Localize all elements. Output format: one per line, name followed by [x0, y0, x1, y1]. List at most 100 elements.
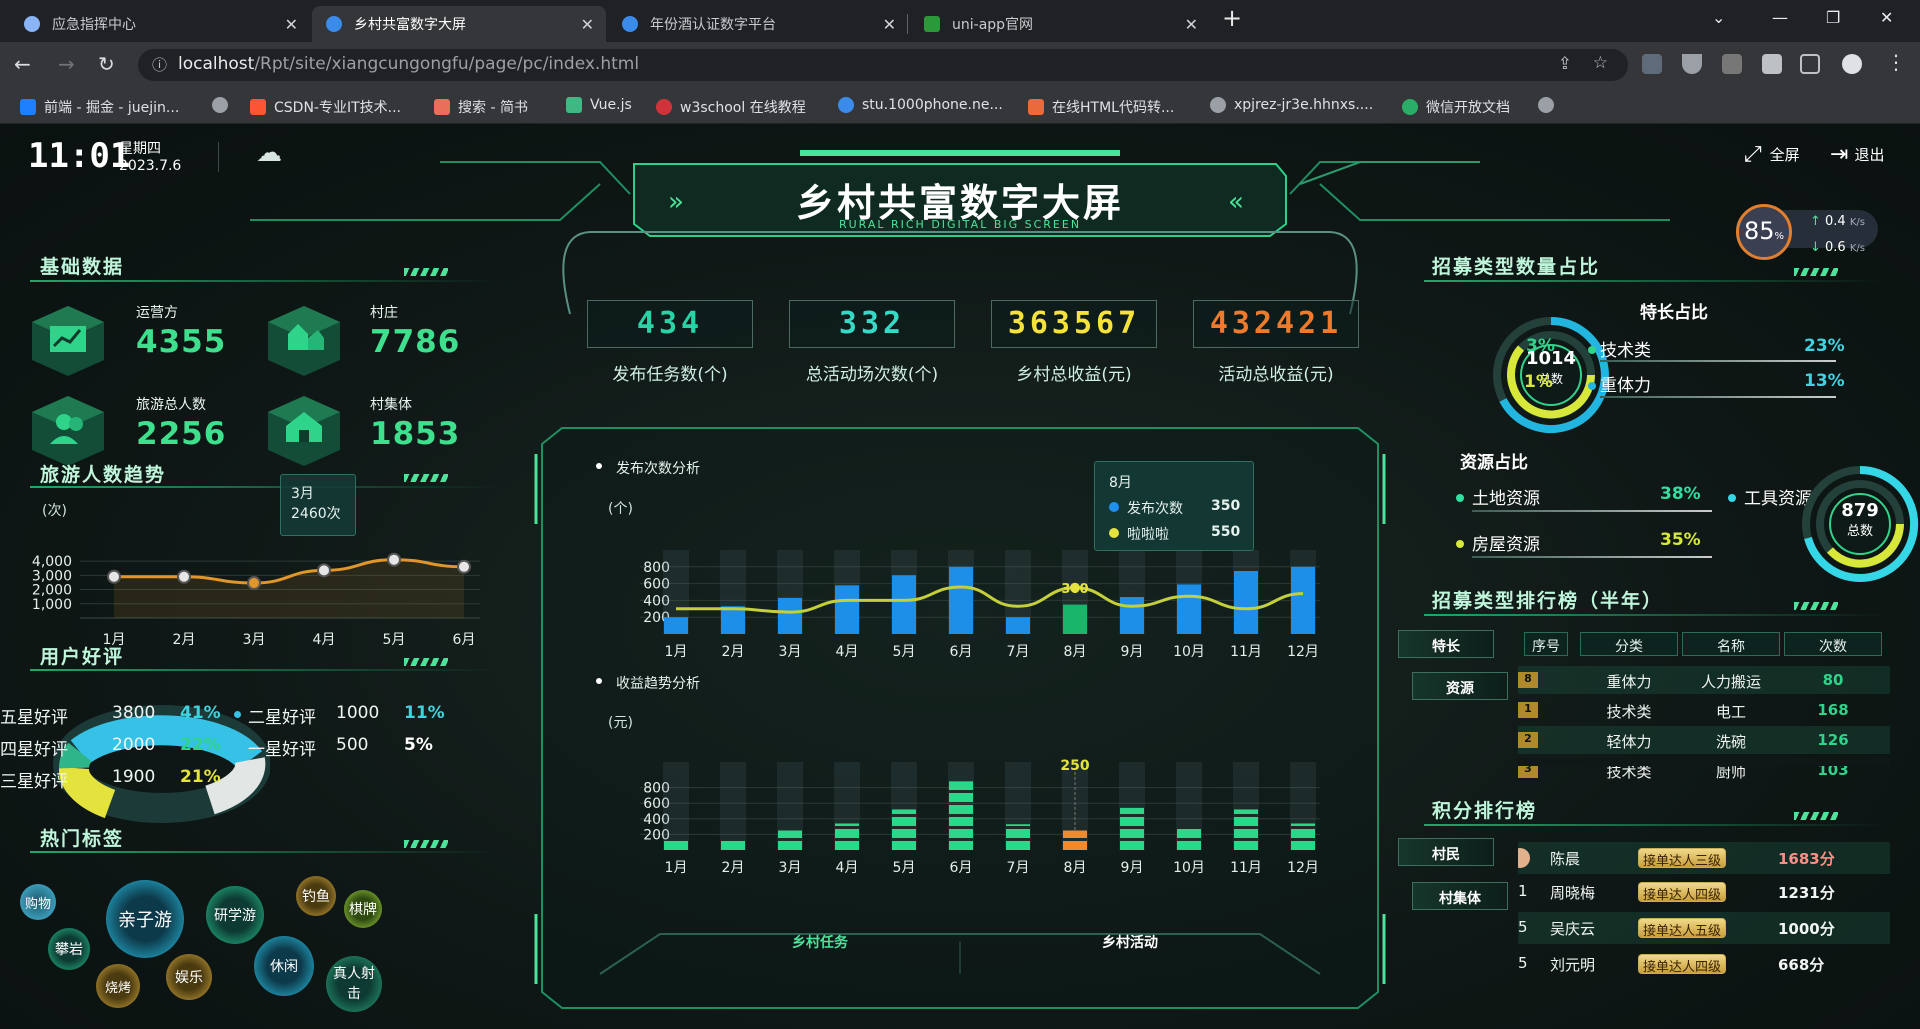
- close-icon[interactable]: ✕: [883, 15, 896, 34]
- stat-card-label: 发布任务数(个): [612, 365, 728, 385]
- new-tab-button[interactable]: +: [1222, 4, 1242, 32]
- extension-badge-icon[interactable]: [1722, 54, 1742, 74]
- url-bar[interactable]: ⓘ localhost/Rpt/site/xiangcungongfu/page/…: [138, 49, 1628, 81]
- tag-bubble[interactable]: 研学游: [206, 886, 264, 944]
- rank-row[interactable]: 8 重体力 人力搬运 80: [1518, 666, 1890, 694]
- score-button-collective[interactable]: 村集体: [1412, 882, 1508, 910]
- bar-segment: [835, 841, 859, 850]
- bookmark-wechat-docs[interactable]: 微信开放文档: [1402, 97, 1510, 117]
- bar-segment: [949, 793, 973, 802]
- back-icon[interactable]: ←: [14, 52, 31, 76]
- line-area: [114, 559, 464, 618]
- tag-bubble[interactable]: 真人射击: [326, 956, 382, 1012]
- bar-background: [720, 762, 746, 850]
- browser-tab-bar: 应急指挥中心 ✕ 乡村共富数字大屏 ✕ 年份酒认证数字平台 ✕ uni-app官网 ✕ …: [0, 0, 1920, 42]
- rank-row[interactable]: 2 轻体力 洗碗 126: [1518, 726, 1890, 754]
- memory-gauge[interactable]: 85%: [1736, 204, 1792, 260]
- forward-icon[interactable]: →: [58, 52, 75, 76]
- review-donut-chart[interactable]: [50, 704, 270, 824]
- extensions-puzzle-icon[interactable]: [1762, 54, 1782, 74]
- resource-total: 879: [1841, 500, 1879, 521]
- tag-bubble[interactable]: 攀岩: [48, 928, 90, 970]
- bookmark-html-convert[interactable]: 在线HTML代码转...: [1028, 97, 1174, 117]
- bookmark-csdn[interactable]: CSDN-专业IT技术...: [250, 97, 401, 117]
- tab-uniapp[interactable]: uni-app官网 ✕: [910, 6, 1210, 42]
- bar: [892, 575, 916, 634]
- fullscreen-button[interactable]: ⤢ 全屏: [1744, 142, 1800, 167]
- bar-segment: [835, 823, 859, 826]
- bookmark-w3school[interactable]: w3school 在线教程: [656, 97, 806, 117]
- tag-bubble[interactable]: 购物: [20, 884, 56, 920]
- score-row[interactable]: 1 周晓梅 接单达人四级 1231分: [1518, 876, 1890, 908]
- review-name: 二星好评: [248, 708, 316, 728]
- line-series: [675, 585, 1304, 614]
- tag-bubble[interactable]: 烧烤: [96, 964, 140, 1008]
- rank-button-resource[interactable]: 资源: [1412, 672, 1508, 700]
- extension-v-icon[interactable]: [1682, 54, 1702, 74]
- minimize-icon[interactable]: —: [1772, 8, 1788, 27]
- score-row[interactable]: 陈晨 接单达人三级 1683分: [1518, 842, 1890, 874]
- rank-header: 分类: [1580, 632, 1678, 656]
- date: 2023.7.6: [119, 158, 182, 174]
- review-name: 四星好评: [0, 740, 68, 760]
- score-button-villager[interactable]: 村民: [1398, 838, 1494, 866]
- tag-bubble[interactable]: 棋牌: [344, 890, 382, 928]
- section-title-basic: 基础数据: [40, 256, 125, 278]
- x-tick-label: 3月: [779, 860, 802, 876]
- tourism-line-chart[interactable]: 1,0002,0003,0004,0001月 2月 3月 4月 5月 6月: [20, 514, 490, 654]
- tag-bubble[interactable]: 娱乐: [166, 954, 212, 1000]
- rank-header: 次数: [1784, 632, 1882, 656]
- tag-bubble[interactable]: 钓鱼: [296, 876, 336, 916]
- bar: [778, 597, 802, 634]
- x-tick-label: 9月: [1121, 860, 1144, 876]
- bookmark-xpjrez[interactable]: xpjrez-jr3e.hhnxs....: [1210, 97, 1373, 113]
- close-icon[interactable]: ✕: [285, 15, 298, 34]
- window-close-icon[interactable]: ✕: [1880, 8, 1893, 27]
- reload-icon[interactable]: ↻: [98, 52, 115, 76]
- tab-emergency[interactable]: 应急指挥中心 ✕: [10, 6, 310, 42]
- tag-bubble[interactable]: 休闲: [254, 936, 314, 996]
- bookmark-vue[interactable]: Vue.js: [566, 97, 632, 113]
- score-row[interactable]: 5 刘元明 接单达人四级 668分: [1518, 948, 1890, 980]
- bar-segment: [949, 805, 973, 814]
- data-point: [457, 559, 471, 574]
- bookmark-star-icon[interactable]: ☆: [1593, 53, 1608, 73]
- section-title-tags: 热门标签: [40, 828, 125, 850]
- stat-card-label: 总活动场次数(个): [805, 365, 939, 385]
- resource-item-pct: 35%: [1660, 530, 1701, 550]
- tourism-tooltip: 3月 2460次: [280, 474, 356, 536]
- tab-rural-activity[interactable]: 乡村活动: [1030, 932, 1230, 952]
- bookmark-jianshu[interactable]: 搜索 - 简书: [434, 97, 528, 117]
- bar-background: [663, 762, 689, 850]
- logout-button[interactable]: ⇥ 退出: [1830, 142, 1884, 167]
- score-row[interactable]: 5 吴庆云 接单达人五级 1000分: [1518, 912, 1890, 944]
- rank-button-special[interactable]: 特长: [1398, 630, 1494, 658]
- tag-bubble[interactable]: 亲子游: [106, 880, 184, 958]
- share-icon[interactable]: ⇪: [1558, 54, 1572, 74]
- bookmark-1000phone[interactable]: stu.1000phone.ne...: [838, 97, 1003, 113]
- tab-search-chevron-icon[interactable]: ⌄: [1712, 8, 1725, 27]
- menu-kebab-icon[interactable]: ⋮: [1886, 50, 1906, 74]
- tab-rural-screen[interactable]: 乡村共富数字大屏 ✕: [312, 6, 606, 42]
- tab-rural-task[interactable]: 乡村任务: [720, 932, 920, 952]
- side-panel-icon[interactable]: [1800, 54, 1820, 74]
- tab-liquor-platform[interactable]: 年份酒认证数字平台 ✕: [608, 6, 908, 42]
- chart1-title: 发布次数分析: [616, 461, 700, 477]
- bookmark-juejin[interactable]: 前端 - 掘金 - juejin...: [20, 97, 179, 117]
- bookmark-globe-2[interactable]: [1538, 97, 1562, 113]
- restore-icon[interactable]: ❐: [1826, 8, 1840, 27]
- extension-x-icon[interactable]: [1642, 54, 1662, 74]
- site-info-icon[interactable]: ⓘ: [152, 54, 167, 75]
- revenue-trend-chart[interactable]: 2004006008001月 2月 3月 4月 5月 6月 7月 8月 9月 10月 11月 12月2…: [600, 738, 1330, 878]
- stat-card: 432421: [1193, 300, 1359, 348]
- bookmark-globe[interactable]: [212, 97, 236, 113]
- close-icon[interactable]: ✕: [581, 15, 594, 34]
- bar-segment: [778, 830, 802, 838]
- profile-icon[interactable]: [1842, 54, 1862, 74]
- x-tick-label: 10月: [1173, 860, 1205, 876]
- x-tick-label: 4月: [836, 644, 859, 660]
- rank-row[interactable]: 1 技术类 电工 168: [1518, 696, 1890, 724]
- close-icon[interactable]: ✕: [1185, 15, 1198, 34]
- data-point: [107, 569, 121, 584]
- special-ring-pct: 3%: [1526, 336, 1555, 356]
